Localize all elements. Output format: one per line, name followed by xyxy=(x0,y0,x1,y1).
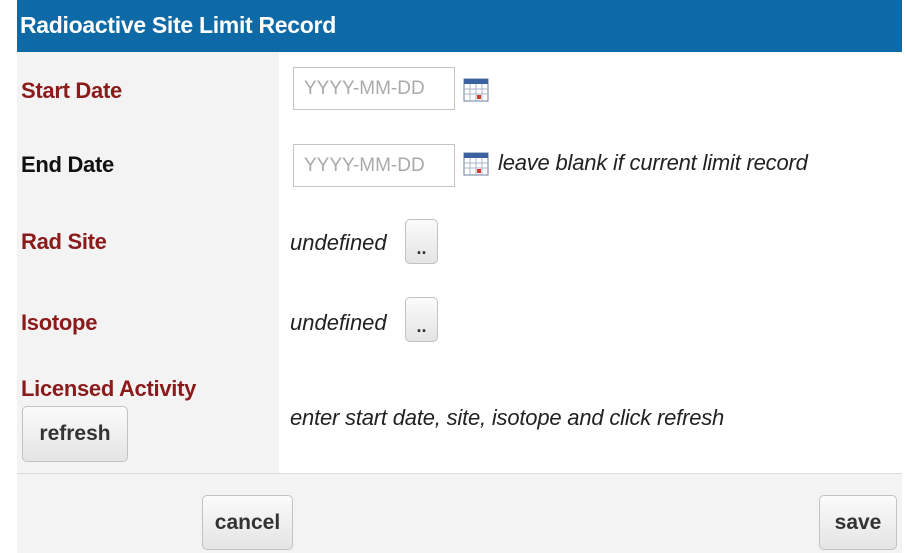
isotope-lookup-button[interactable]: .. xyxy=(405,297,438,342)
start-date-value-cell xyxy=(279,52,902,131)
start-date-label: Start Date xyxy=(21,78,122,103)
cancel-button[interactable]: cancel xyxy=(202,495,293,550)
rad-site-value-cell: undefined .. xyxy=(279,201,902,282)
isotope-row: Isotope undefined .. xyxy=(17,282,902,361)
rad-site-value: undefined xyxy=(290,230,387,255)
end-date-value-cell: leave blank if current limit record xyxy=(279,131,902,201)
start-date-label-cell: Start Date xyxy=(17,52,279,131)
start-date-input[interactable] xyxy=(293,67,455,110)
isotope-label: Isotope xyxy=(21,310,98,335)
licensed-activity-message: enter start date, site, isotope and clic… xyxy=(290,405,725,430)
licensed-activity-label: Licensed Activity xyxy=(21,376,197,401)
rad-site-row: Rad Site undefined .. xyxy=(17,201,902,283)
start-date-row: Start Date xyxy=(17,52,902,132)
licensed-activity-label-cell: Licensed Activity refresh xyxy=(17,360,279,473)
calendar-icon[interactable] xyxy=(463,152,489,176)
end-date-row: End Date leave blank if current limit re… xyxy=(17,131,902,202)
rad-site-label-cell: Rad Site xyxy=(17,201,279,282)
licensed-activity-value-cell: enter start date, site, isotope and clic… xyxy=(279,360,902,473)
isotope-value: undefined xyxy=(290,310,387,335)
licensed-activity-row: Licensed Activity refresh enter start da… xyxy=(17,360,902,474)
end-date-label: End Date xyxy=(21,152,114,177)
rad-site-label: Rad Site xyxy=(21,229,107,254)
isotope-value-cell: undefined .. xyxy=(279,282,902,360)
end-date-label-cell: End Date xyxy=(17,131,279,201)
site-limit-dialog: Radioactive Site Limit Record Start Date xyxy=(17,0,902,553)
calendar-icon[interactable] xyxy=(463,78,489,102)
isotope-label-cell: Isotope xyxy=(17,282,279,360)
refresh-button[interactable]: refresh xyxy=(22,406,128,462)
dialog-title: Radioactive Site Limit Record xyxy=(17,0,902,52)
save-button[interactable]: save xyxy=(819,495,897,550)
end-date-input[interactable] xyxy=(293,144,455,187)
dialog-footer: cancel save xyxy=(17,474,902,553)
end-date-hint: leave blank if current limit record xyxy=(498,150,808,175)
rad-site-lookup-button[interactable]: .. xyxy=(405,219,438,264)
